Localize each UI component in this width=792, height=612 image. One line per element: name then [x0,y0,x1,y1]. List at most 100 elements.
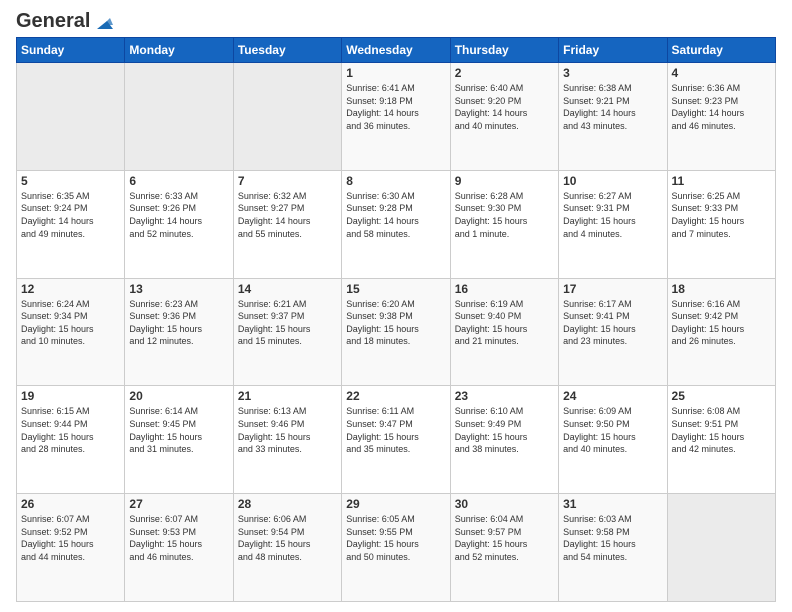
day-info: Sunrise: 6:13 AM Sunset: 9:46 PM Dayligh… [238,405,337,455]
day-number: 17 [563,282,662,296]
calendar-cell: 12Sunrise: 6:24 AM Sunset: 9:34 PM Dayli… [17,278,125,386]
calendar-cell: 19 Sunrise: 6:15 AM Sunset: 9:44 PM Dayli… [17,386,125,494]
day-number: 18 [672,282,771,296]
day-number: 26 [21,497,120,511]
weekday-header-wednesday: Wednesday [342,38,450,63]
day-number: 4 [672,66,771,80]
weekday-header-thursday: Thursday [450,38,558,63]
day-info: Sunrise: 6:36 AM Sunset: 9:23 PM Dayligh… [672,82,771,132]
day-number: 31 [563,497,662,511]
day-number: 21 [238,389,337,403]
calendar-cell: 29 Sunrise: 6:05 AM Sunset: 9:55 PM Dayli… [342,494,450,602]
calendar-cell: 21 Sunrise: 6:13 AM Sunset: 9:46 PM Dayli… [233,386,341,494]
calendar-cell: 9Sunrise: 6:28 AM Sunset: 9:30 PM Daylig… [450,170,558,278]
calendar-cell: 2 Sunrise: 6:40 AM Sunset: 9:20 PM Daylig… [450,63,558,171]
day-number: 14 [238,282,337,296]
day-number: 8 [346,174,445,188]
calendar-cell: 11 Sunrise: 6:25 AM Sunset: 9:33 PM Dayli… [667,170,775,278]
calendar-cell: 15 Sunrise: 6:20 AM Sunset: 9:38 PM Dayli… [342,278,450,386]
day-info: Sunrise: 6:05 AM Sunset: 9:55 PM Dayligh… [346,513,445,563]
calendar-week-row: 1 Sunrise: 6:41 AM Sunset: 9:18 PM Daylig… [17,63,776,171]
day-number: 19 [21,389,120,403]
calendar-cell: 26 Sunrise: 6:07 AM Sunset: 9:52 PM Dayli… [17,494,125,602]
day-info: Sunrise: 6:30 AM Sunset: 9:28 PM Dayligh… [346,190,445,240]
logo-icon [91,11,113,33]
day-info: Sunrise: 6:04 AM Sunset: 9:57 PM Dayligh… [455,513,554,563]
calendar-cell: 31 Sunrise: 6:03 AM Sunset: 9:58 PM Dayli… [559,494,667,602]
day-info: Sunrise: 6:14 AM Sunset: 9:45 PM Dayligh… [129,405,228,455]
calendar-cell: 1 Sunrise: 6:41 AM Sunset: 9:18 PM Daylig… [342,63,450,171]
day-info: Sunrise: 6:08 AM Sunset: 9:51 PM Dayligh… [672,405,771,455]
weekday-header-saturday: Saturday [667,38,775,63]
day-info: Sunrise: 6:23 AM Sunset: 9:36 PM Dayligh… [129,298,228,348]
day-number: 10 [563,174,662,188]
day-info: Sunrise: 6:06 AM Sunset: 9:54 PM Dayligh… [238,513,337,563]
day-info: Sunrise: 6:35 AM Sunset: 9:24 PM Dayligh… [21,190,120,240]
day-info: Sunrise: 6:07 AM Sunset: 9:52 PM Dayligh… [21,513,120,563]
calendar-cell: 10 Sunrise: 6:27 AM Sunset: 9:31 PM Dayli… [559,170,667,278]
weekday-header-monday: Monday [125,38,233,63]
calendar-cell: 13Sunrise: 6:23 AM Sunset: 9:36 PM Dayli… [125,278,233,386]
calendar-cell: 5 Sunrise: 6:35 AM Sunset: 9:24 PM Daylig… [17,170,125,278]
day-info: Sunrise: 6:03 AM Sunset: 9:58 PM Dayligh… [563,513,662,563]
day-number: 25 [672,389,771,403]
calendar-cell: 30 Sunrise: 6:04 AM Sunset: 9:57 PM Dayli… [450,494,558,602]
day-number: 15 [346,282,445,296]
day-info: Sunrise: 6:07 AM Sunset: 9:53 PM Dayligh… [129,513,228,563]
day-number: 5 [21,174,120,188]
day-number: 3 [563,66,662,80]
day-number: 24 [563,389,662,403]
calendar-cell: 7 Sunrise: 6:32 AM Sunset: 9:27 PM Daylig… [233,170,341,278]
day-number: 16 [455,282,554,296]
day-number: 2 [455,66,554,80]
calendar-cell: 17 Sunrise: 6:17 AM Sunset: 9:41 PM Dayli… [559,278,667,386]
calendar-cell [233,63,341,171]
day-number: 29 [346,497,445,511]
weekday-header-row: SundayMondayTuesdayWednesdayThursdayFrid… [17,38,776,63]
day-info: Sunrise: 6:27 AM Sunset: 9:31 PM Dayligh… [563,190,662,240]
calendar-week-row: 5 Sunrise: 6:35 AM Sunset: 9:24 PM Daylig… [17,170,776,278]
day-info: Sunrise: 6:33 AM Sunset: 9:26 PM Dayligh… [129,190,228,240]
day-info: Sunrise: 6:19 AM Sunset: 9:40 PM Dayligh… [455,298,554,348]
calendar-week-row: 12Sunrise: 6:24 AM Sunset: 9:34 PM Dayli… [17,278,776,386]
day-number: 11 [672,174,771,188]
day-info: Sunrise: 6:11 AM Sunset: 9:47 PM Dayligh… [346,405,445,455]
day-number: 30 [455,497,554,511]
calendar-table: SundayMondayTuesdayWednesdayThursdayFrid… [16,37,776,602]
calendar-cell: 16 Sunrise: 6:19 AM Sunset: 9:40 PM Dayli… [450,278,558,386]
day-number: 7 [238,174,337,188]
day-number: 22 [346,389,445,403]
calendar-week-row: 19 Sunrise: 6:15 AM Sunset: 9:44 PM Dayli… [17,386,776,494]
weekday-header-tuesday: Tuesday [233,38,341,63]
calendar-cell [667,494,775,602]
day-info: Sunrise: 6:21 AM Sunset: 9:37 PM Dayligh… [238,298,337,348]
day-number: 28 [238,497,337,511]
logo: General [16,10,113,31]
day-info: Sunrise: 6:25 AM Sunset: 9:33 PM Dayligh… [672,190,771,240]
day-number: 23 [455,389,554,403]
day-info: Sunrise: 6:16 AM Sunset: 9:42 PM Dayligh… [672,298,771,348]
calendar-cell: 14 Sunrise: 6:21 AM Sunset: 9:37 PM Dayli… [233,278,341,386]
day-info: Sunrise: 6:32 AM Sunset: 9:27 PM Dayligh… [238,190,337,240]
day-number: 27 [129,497,228,511]
calendar-week-row: 26 Sunrise: 6:07 AM Sunset: 9:52 PM Dayli… [17,494,776,602]
day-info: Sunrise: 6:40 AM Sunset: 9:20 PM Dayligh… [455,82,554,132]
weekday-header-friday: Friday [559,38,667,63]
day-info: Sunrise: 6:17 AM Sunset: 9:41 PM Dayligh… [563,298,662,348]
calendar-cell: 27 Sunrise: 6:07 AM Sunset: 9:53 PM Dayli… [125,494,233,602]
calendar-cell: 22 Sunrise: 6:11 AM Sunset: 9:47 PM Dayli… [342,386,450,494]
day-number: 12 [21,282,120,296]
calendar-cell: 25 Sunrise: 6:08 AM Sunset: 9:51 PM Dayli… [667,386,775,494]
day-info: Sunrise: 6:10 AM Sunset: 9:49 PM Dayligh… [455,405,554,455]
calendar-cell: 20Sunrise: 6:14 AM Sunset: 9:45 PM Dayli… [125,386,233,494]
calendar-cell: 4 Sunrise: 6:36 AM Sunset: 9:23 PM Daylig… [667,63,775,171]
calendar-cell [17,63,125,171]
day-number: 1 [346,66,445,80]
day-info: Sunrise: 6:15 AM Sunset: 9:44 PM Dayligh… [21,405,120,455]
day-info: Sunrise: 6:41 AM Sunset: 9:18 PM Dayligh… [346,82,445,132]
day-number: 9 [455,174,554,188]
calendar-cell: 23 Sunrise: 6:10 AM Sunset: 9:49 PM Dayli… [450,386,558,494]
calendar-cell: 6Sunrise: 6:33 AM Sunset: 9:26 PM Daylig… [125,170,233,278]
calendar-cell: 3Sunrise: 6:38 AM Sunset: 9:21 PM Daylig… [559,63,667,171]
day-info: Sunrise: 6:20 AM Sunset: 9:38 PM Dayligh… [346,298,445,348]
